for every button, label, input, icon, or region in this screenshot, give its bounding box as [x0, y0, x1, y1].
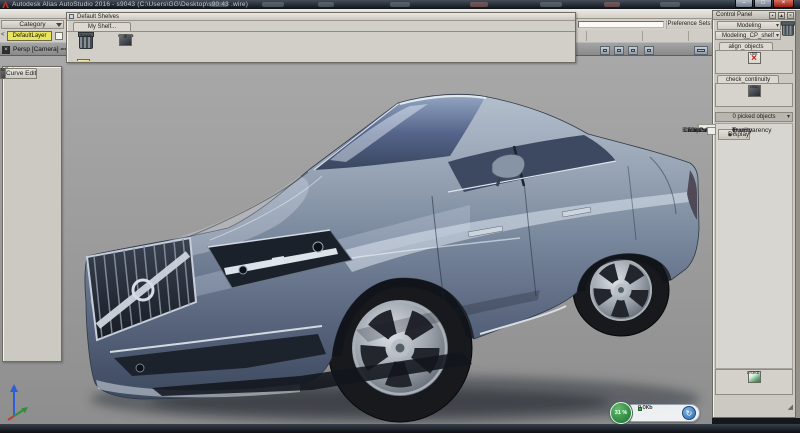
- default-layer-chip[interactable]: DefaultLayer: [7, 31, 52, 41]
- cp-bottom-tools: xfrmcv xfrmsrf curva isedt: [715, 369, 793, 395]
- maximize-button[interactable]: □: [754, 0, 772, 8]
- checkbox[interactable]: [707, 127, 716, 135]
- align-objects-tools: algn algn algn dtst: [715, 50, 793, 74]
- shelf-tool-icon: [77, 59, 90, 61]
- viewport-minimize-icon[interactable]: [600, 46, 610, 55]
- shelf-window-titlebar[interactable]: Default Shelves: [67, 13, 575, 21]
- right-edge-strip: [796, 10, 800, 418]
- titlebar-ghost: [210, 2, 228, 7]
- layer-scroll-left[interactable]: <: [1, 32, 5, 38]
- palette-section-curve-edit[interactable]: Curve Edit: [5, 68, 37, 79]
- control-panel-body: Degree Spans ◆ Display Deviation: [715, 123, 793, 369]
- control-panel-titlebar[interactable]: Control Panel ▪ ▲ ×: [713, 11, 795, 20]
- close-button[interactable]: ×: [773, 0, 794, 8]
- diamond-icon: ◆: [732, 127, 736, 133]
- prompt-line-input[interactable]: [578, 21, 664, 28]
- window-icon: [69, 14, 74, 19]
- panel-dock-icon[interactable]: ▪: [769, 12, 776, 19]
- control-panel-window[interactable]: Control Panel ▪ ▲ × Modeling Modeling_CP…: [712, 10, 796, 418]
- hud-percent-badge: 31 %: [610, 402, 632, 424]
- sync-icon[interactable]: ↻: [682, 406, 696, 420]
- window-titlebar[interactable]: Autodesk Alias AutoStudio 2016 - s9043 (…: [0, 0, 800, 9]
- titlebar-ghost: [470, 2, 488, 7]
- titlebar-ghost: [660, 2, 680, 7]
- preference-sets-button[interactable]: Preference Sets: [666, 20, 712, 29]
- divider: [688, 31, 689, 41]
- shelf-body: Trash cv crv ep crv dupl xfrm: [68, 32, 574, 61]
- viewport-extra-icon[interactable]: [694, 46, 708, 55]
- viewport-options-icon[interactable]: [644, 46, 654, 55]
- minimize-button[interactable]: –: [735, 0, 753, 8]
- viewport-maximize-icon[interactable]: [614, 46, 624, 55]
- titlebar-ghost: [318, 2, 334, 7]
- hud-stat-row: 0.0Kb: [638, 406, 652, 411]
- layer-visibility-checkbox[interactable]: [55, 32, 63, 40]
- category-dropdown[interactable]: Category: [1, 20, 64, 29]
- titlebar-ghost: [540, 2, 562, 7]
- status-square-icon: [638, 407, 642, 411]
- palette-window[interactable]: Palette Pick Transform Paint pencil ink: [2, 66, 62, 362]
- panel-collapse-icon[interactable]: ▲: [778, 12, 785, 19]
- modeling-dropdown[interactable]: Modeling: [717, 21, 781, 30]
- perspective-viewport[interactable]: [0, 56, 712, 425]
- divider: [642, 31, 643, 41]
- chevron-down-icon: [56, 23, 62, 27]
- divider: [586, 31, 587, 41]
- autodesk-logo-icon: [2, 1, 9, 8]
- memory-hud[interactable]: 31 % 0.0Kb 0.0Kb ↻: [610, 402, 706, 424]
- viewport-layout-icon[interactable]: [628, 46, 638, 55]
- titlebar-ghost: [604, 2, 620, 7]
- check-continuity-tools: srfcon srfcon srfcon disc: [715, 83, 793, 107]
- cp-trash-icon[interactable]: [782, 23, 794, 36]
- picked-objects-dropdown[interactable]: 0 picked objects: [715, 112, 793, 122]
- viewport-title: Persp [Camera] ==: [13, 46, 68, 53]
- alias-autostudio-window: × Persp [Camera] == Preference Sets Cate…: [0, 0, 800, 433]
- titlebar-ghost: [262, 2, 284, 7]
- viewport-close-icon[interactable]: ×: [2, 46, 10, 54]
- cp-shelf-dropdown[interactable]: Modeling_CP_shelf: [715, 31, 781, 40]
- world-axis-icon: [4, 382, 34, 422]
- quality-section[interactable]: ◆ Quality: [716, 124, 752, 136]
- resize-grip-icon[interactable]: ◢: [788, 403, 793, 411]
- panel-close-icon[interactable]: ×: [787, 12, 794, 19]
- bottom-dark-strip: [0, 424, 800, 433]
- default-shelves-window[interactable]: Default Shelves My Shelf... Trash cv crv…: [66, 12, 576, 63]
- titlebar-ghost: [390, 2, 410, 7]
